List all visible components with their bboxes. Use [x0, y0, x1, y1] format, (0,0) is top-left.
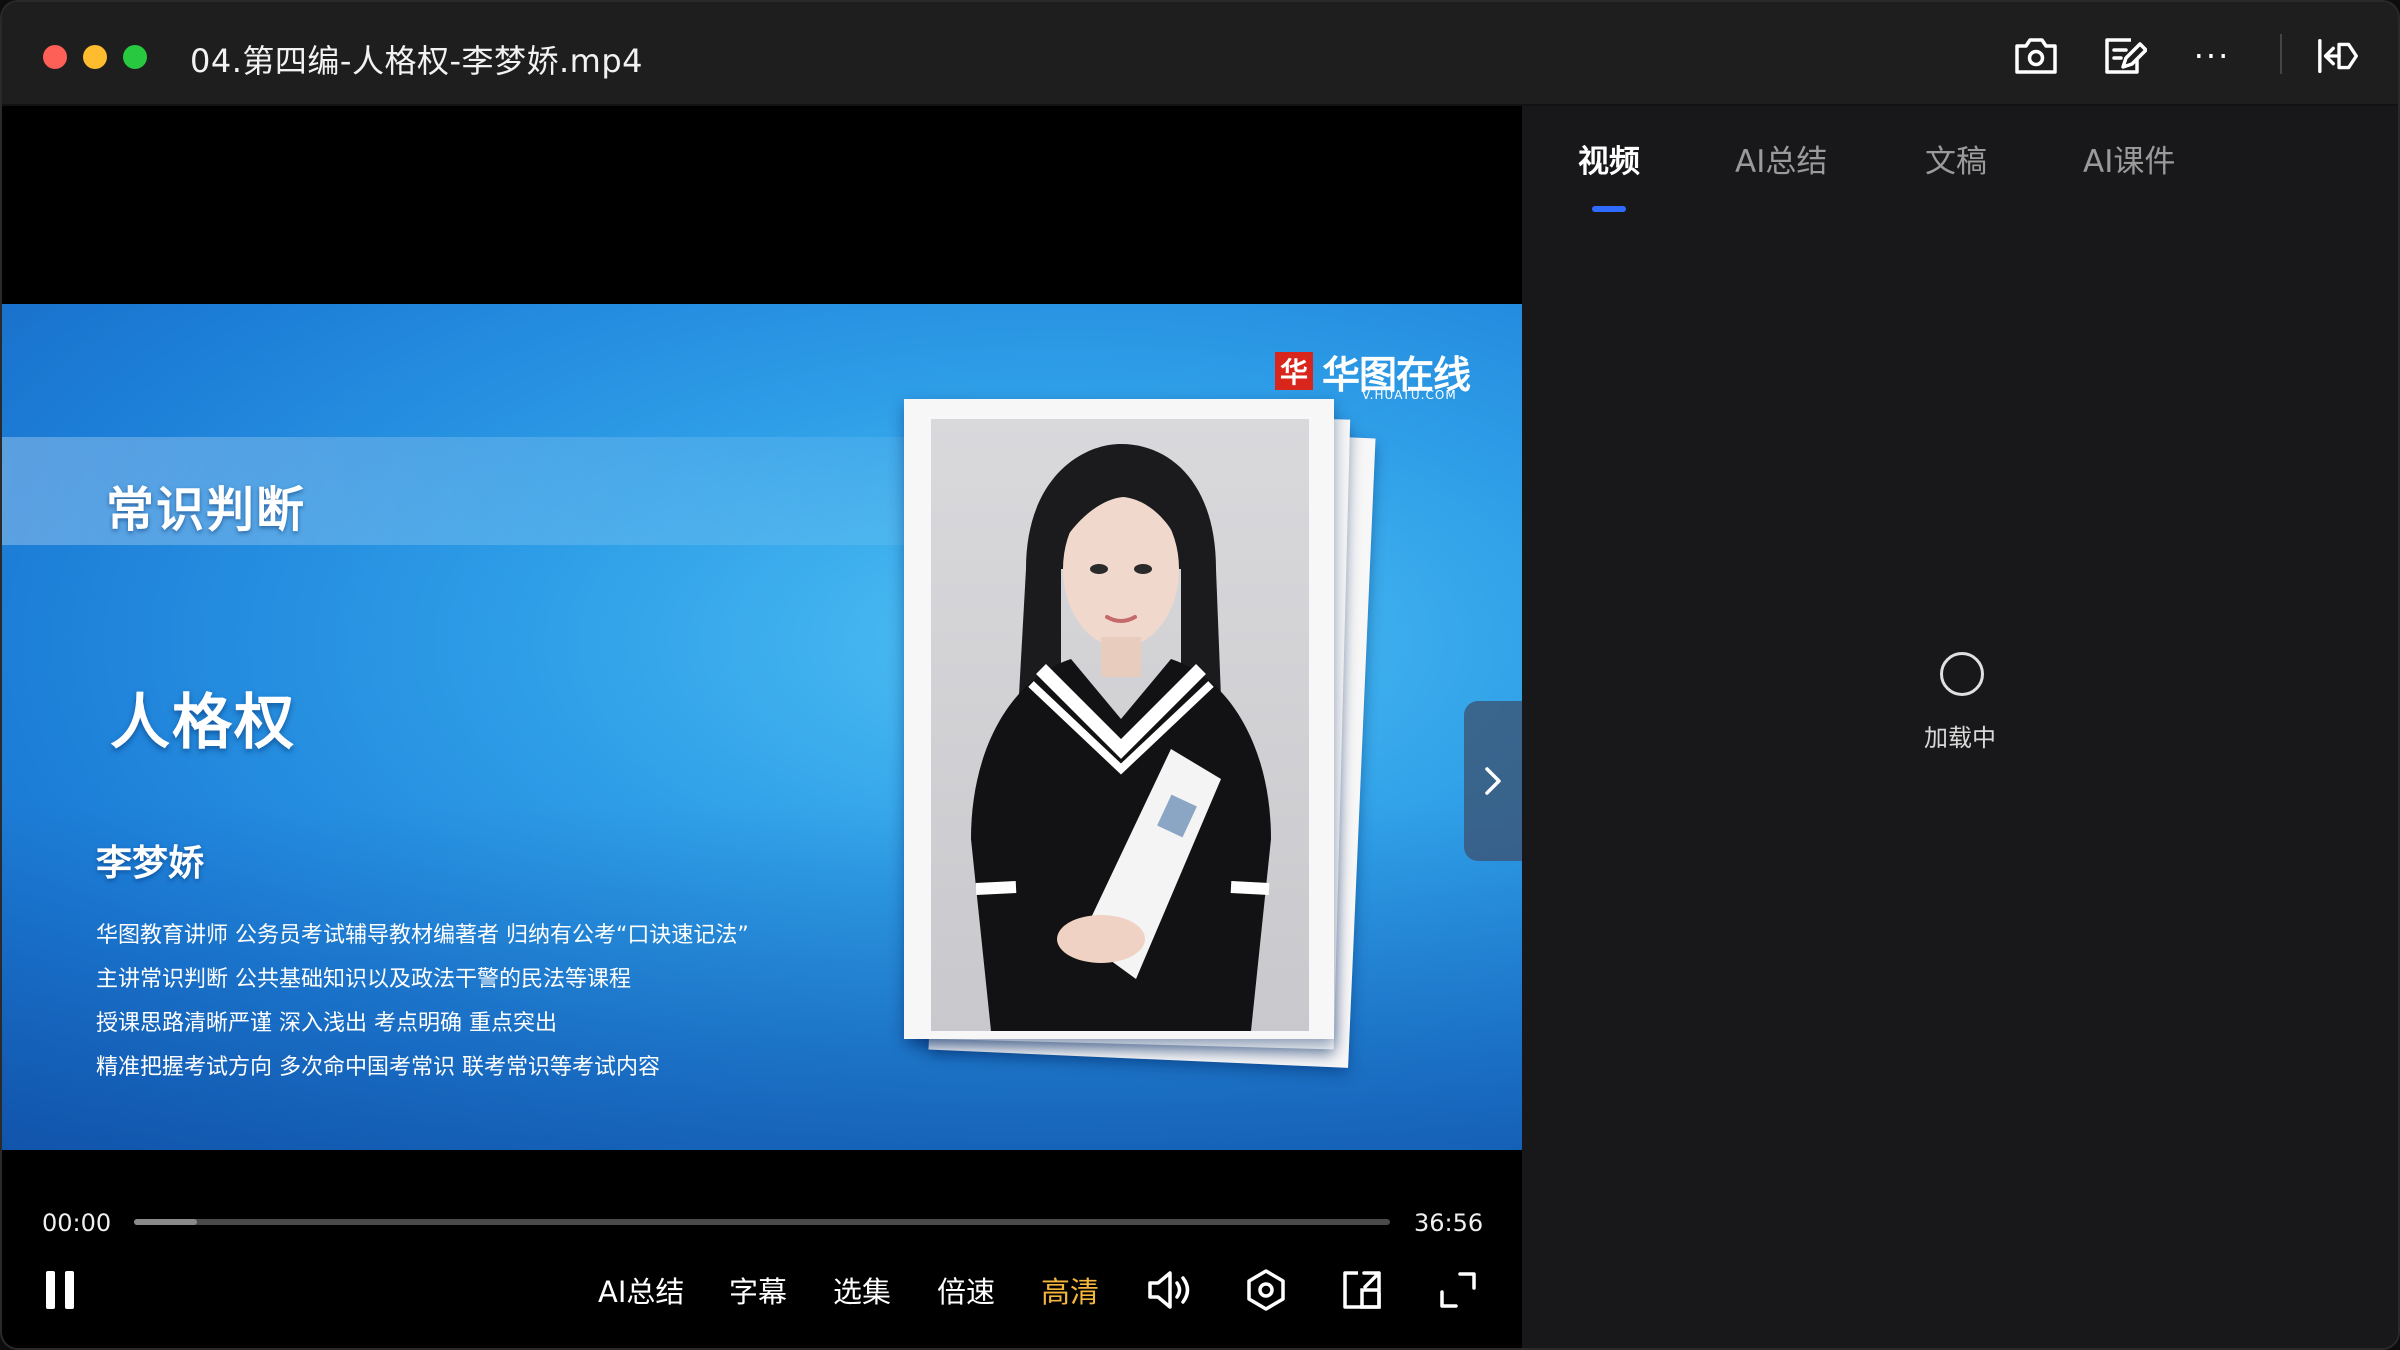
fullscreen-icon: [1440, 1272, 1476, 1308]
video-frame[interactable]: 常识判断 人格权 李梦娇 华图教育讲师 公务员考试辅导教材编著者 归纳有公考“口…: [2, 304, 1522, 1150]
bio-line: 精准把握考试方向 多次命中国考常识 联考常识等考试内容: [96, 1055, 660, 1080]
screenshot-button[interactable]: [2012, 32, 2060, 80]
speed-button[interactable]: 倍速: [937, 1269, 995, 1311]
minimize-window-button[interactable]: [83, 45, 107, 69]
tab-transcript[interactable]: 文稿: [1925, 136, 1987, 181]
pause-button[interactable]: [46, 1268, 86, 1312]
side-panel: 视频 AI总结 文稿 AI课件 加载中: [1522, 106, 2398, 1348]
toolbar-divider: [2280, 34, 2282, 74]
teacher-photo-stack: [892, 389, 1376, 1079]
edit-note-icon: [2105, 38, 2147, 74]
duration: 36:56: [1414, 1209, 1484, 1237]
note-button[interactable]: [2100, 32, 2148, 80]
tab-video[interactable]: 视频: [1578, 136, 1640, 181]
photo-card-front: [904, 399, 1334, 1039]
quality-button[interactable]: 高清: [1041, 1269, 1099, 1311]
pin-window-button[interactable]: [2316, 32, 2364, 80]
camera-icon: [2015, 38, 2057, 74]
pin-window-icon: [2318, 38, 2358, 74]
ai-summary-button[interactable]: AI总结: [598, 1269, 684, 1311]
more-button[interactable]: ···: [2188, 32, 2236, 80]
window-title: 04.第四编-人格权-李梦娇.mp4: [190, 42, 644, 80]
progress-bar[interactable]: [134, 1219, 1390, 1225]
player-window: 04.第四编-人格权-李梦娇.mp4 ··· 常识判断 人格权 李梦娇 华图教育…: [0, 0, 2400, 1350]
pause-icon-bar: [46, 1271, 55, 1309]
bio-line: 华图教育讲师 公务员考试辅导教材编著者 归纳有公考“口诀速记法”: [96, 923, 749, 948]
loading-spinner-icon: [1940, 652, 1984, 696]
brand-logo-mark: 华: [1275, 352, 1313, 390]
teacher-portrait: [931, 419, 1309, 1031]
current-time: 00:00: [42, 1209, 112, 1237]
settings-button[interactable]: [1240, 1264, 1292, 1316]
volume-icon: [1148, 1271, 1190, 1309]
episodes-button[interactable]: 选集: [833, 1269, 891, 1311]
video-area[interactable]: 常识判断 人格权 李梦娇 华图教育讲师 公务员考试辅导教材编著者 归纳有公考“口…: [2, 106, 1522, 1348]
teacher-name: 李梦娇: [96, 842, 205, 884]
loading-text: 加载中: [1924, 724, 1996, 752]
expand-panel-button[interactable]: [1464, 701, 1522, 861]
tab-ai-courseware[interactable]: AI课件: [2083, 136, 2175, 181]
picture-in-picture-button[interactable]: [1336, 1264, 1388, 1316]
zoom-window-button[interactable]: [123, 45, 147, 69]
fullscreen-button[interactable]: [1432, 1264, 1484, 1316]
bio-line: 授课思路清晰严谨 深入浅出 考点明确 重点突出: [96, 1011, 557, 1036]
close-window-button[interactable]: [43, 45, 67, 69]
pause-icon-bar: [65, 1271, 74, 1309]
title-bar: 04.第四编-人格权-李梦娇.mp4 ···: [2, 2, 2398, 106]
tab-ai-summary[interactable]: AI总结: [1735, 136, 1827, 181]
slide-title: 人格权: [110, 688, 296, 758]
bio-line: 主讲常识判断 公共基础知识以及政法干警的民法等课程: [96, 967, 631, 992]
progress-buffered: [134, 1219, 197, 1225]
picture-in-picture-icon: [1343, 1271, 1381, 1309]
brand-logo-url: V.HUATU.COM: [1362, 388, 1457, 402]
volume-button[interactable]: [1144, 1264, 1196, 1316]
subtitles-button[interactable]: 字幕: [729, 1269, 787, 1311]
active-tab-indicator: [1592, 206, 1626, 212]
chevron-right-icon: [1485, 767, 1501, 795]
settings-hexagon-icon: [1247, 1269, 1285, 1311]
portrait-illustration: [971, 444, 1271, 1031]
slide-heading: 常识判断: [106, 482, 307, 538]
teacher-bio: 华图教育讲师 公务员考试辅导教材编著者 归纳有公考“口诀速记法” 主讲常识判断 …: [96, 914, 749, 1090]
more-icon: ···: [2193, 37, 2231, 75]
